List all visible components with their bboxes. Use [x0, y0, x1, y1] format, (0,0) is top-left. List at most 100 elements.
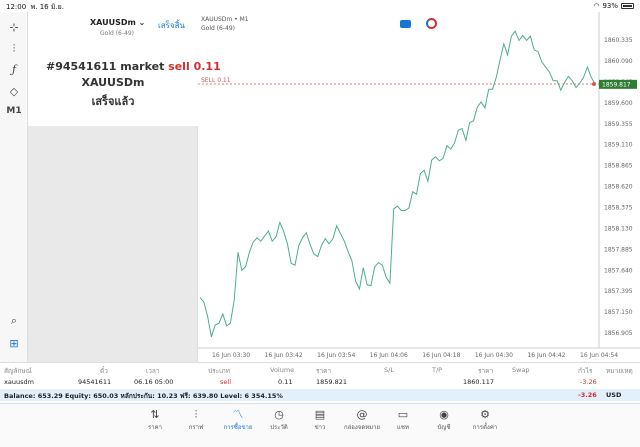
row-volume: 0.11 — [278, 378, 293, 386]
x-tick-label: 16 Jun 04:42 — [527, 352, 565, 359]
quotes-icon: ⇅ — [150, 408, 160, 421]
current-price-label: 1859.817 — [602, 81, 631, 88]
row-symbol: xauusdm — [4, 378, 34, 386]
order-summary: #94541611 market sell 0.11 — [46, 60, 221, 73]
tab-quotes-label: ราคา — [148, 424, 162, 431]
y-tick-label: 1857.150 — [604, 309, 633, 316]
symbol-selector[interactable]: XAUUSDm ⌄ — [90, 18, 145, 27]
tab-trade[interactable]: 〽 การซื้อขาย — [218, 408, 258, 432]
wifi-icon: ◠ — [593, 2, 600, 10]
y-tick-label: 1858.375 — [604, 204, 633, 211]
x-tick-label: 16 Jun 04:18 — [422, 352, 460, 359]
tab-mailbox[interactable]: @ กล่องจดหมาย — [342, 408, 382, 432]
tab-news-label: ข่าว — [314, 424, 326, 431]
order-symbol: XAUUSDm — [81, 76, 145, 89]
function-icon[interactable]: ƒ — [4, 60, 24, 78]
balance-text: Balance: 653.29 Equity: 650.03 หลักประกั… — [4, 392, 283, 400]
tab-quotes[interactable]: ⇅ ราคา — [135, 408, 175, 432]
price-chart[interactable]: XAUUSDm • M1 Gold (6-49) 1860.335 1860.09… — [198, 12, 640, 362]
tab-history[interactable]: ◷ ประวัติ — [259, 408, 299, 432]
col-swap[interactable]: Swap — [512, 366, 530, 374]
y-tick-label: 1858.865 — [604, 163, 633, 170]
tab-settings[interactable]: ⚙ การตั้งค่า — [465, 408, 505, 432]
y-tick-label: 1859.355 — [604, 121, 633, 128]
history-icon: ◷ — [274, 408, 284, 421]
account-icon: ◉ — [439, 408, 449, 421]
row-current-price: 1860.117 — [463, 378, 495, 386]
x-tick-label: 16 Jun 04:06 — [370, 352, 408, 359]
positions-table-header: สัญลักษณ์ ตั๋ว เวลา ประเภท Volume ราคา S… — [0, 362, 640, 375]
y-tick-label: 1857.640 — [604, 267, 633, 274]
done-button[interactable]: เสร็จสิ้น — [158, 19, 185, 32]
status-date: พ. 16 มิ.ย. — [30, 3, 65, 11]
balance-summary: Balance: 653.29 Equity: 650.03 หลักประกั… — [0, 389, 640, 401]
objects-icon[interactable]: ◇ — [4, 82, 24, 100]
sell-marker-icon — [592, 81, 596, 86]
tab-settings-label: การตั้งค่า — [472, 424, 498, 431]
y-tick-label: 1859.600 — [604, 100, 633, 107]
chevron-down-icon: ⌄ — [138, 18, 146, 27]
order-prefix: #94541611 market — [46, 60, 165, 73]
x-tick-label: 16 Jun 03:42 — [265, 352, 303, 359]
trade-panel: XAUUSDm ⌄ Gold (6-49) เสร็จสิ้น #9454161… — [28, 12, 221, 362]
col-sl[interactable]: S/L — [384, 366, 394, 374]
row-ticket: 94541611 — [78, 378, 112, 386]
chart-plot: 1860.3351860.0901859.8451859.6001859.355… — [198, 12, 640, 359]
y-tick-label: 1858.620 — [604, 184, 633, 191]
y-tick-label: 1858.130 — [604, 225, 633, 232]
col-tp[interactable]: T/P — [432, 366, 442, 374]
battery-icon — [621, 3, 634, 9]
tab-chat-label: แชท — [397, 424, 409, 431]
trade-icon: 〽 — [232, 408, 244, 421]
tab-account-label: บัญชี — [437, 424, 451, 431]
battery-percent: 93% — [602, 2, 618, 10]
y-tick-label: 1860.090 — [604, 58, 633, 65]
tab-mailbox-label: กล่องจดหมาย — [343, 424, 381, 431]
mailbox-icon: @ — [356, 408, 368, 421]
balance-profit: -3.26 — [578, 391, 597, 399]
y-tick-label: 1856.905 — [604, 330, 633, 337]
tab-news[interactable]: ▤ ข่าว — [300, 408, 340, 432]
table-row[interactable]: xauusdm 94541611 06.16 05:00 sell 0.11 1… — [0, 375, 640, 389]
chat-icon: ▭ — [397, 408, 409, 421]
search-icon[interactable]: ⌕ — [4, 312, 24, 330]
x-tick-label: 16 Jun 03:30 — [212, 352, 250, 359]
row-time: 06.16 05:00 — [134, 378, 174, 386]
news-icon: ▤ — [314, 408, 326, 421]
crosshair-icon[interactable]: ⊹ — [4, 18, 24, 36]
balance-currency: USD — [606, 391, 622, 399]
x-tick-label: 16 Jun 04:30 — [475, 352, 513, 359]
col-volume[interactable]: Volume — [270, 366, 294, 374]
tab-chart[interactable]: ⫶ กราฟ — [176, 408, 216, 432]
candlestick-icon[interactable]: ⫶ — [4, 40, 24, 58]
bottom-tab-bar: ⇅ ราคา ⫶ กราฟ 〽 การซื้อขาย ◷ ประวัติ ▤ ข่าว @… — [0, 403, 640, 447]
order-result-card: XAUUSDm ⌄ Gold (6-49) เสร็จสิ้น #9454161… — [28, 12, 221, 126]
price-series-line — [199, 30, 596, 338]
row-profit: -3.26 — [580, 378, 597, 386]
y-tick-label: 1857.395 — [604, 288, 633, 295]
sell-order-label: SELL 0.11 — [201, 77, 231, 84]
tab-history-label: ประวัติ — [270, 424, 288, 431]
tab-trade-label: การซื้อขาย — [223, 424, 253, 431]
status-bar: 12:00 พ. 16 มิ.ย. ◠ 93% — [0, 0, 640, 12]
y-tick-label: 1859.110 — [604, 142, 633, 149]
order-side: sell — [168, 60, 190, 73]
y-tick-label: 1860.335 — [604, 37, 633, 44]
x-tick-label: 16 Jun 04:54 — [580, 352, 618, 359]
x-tick-label: 16 Jun 03:54 — [317, 352, 355, 359]
tab-chat[interactable]: ▭ แชท — [383, 408, 423, 432]
chart-tools-sidebar: ⊹ ⫶ ƒ ◇ M1 ⌕ ⊞ — [0, 12, 28, 362]
symbol-title: XAUUSDm — [90, 18, 136, 27]
row-type: sell — [220, 378, 231, 386]
y-tick-label: 1857.885 — [604, 246, 633, 253]
status-time: 12:00 — [6, 3, 27, 11]
new-order-icon[interactable]: ⊞ — [4, 334, 24, 352]
row-price: 1859.821 — [316, 378, 348, 386]
order-status: เสร็จแล้ว — [91, 95, 135, 108]
tab-account[interactable]: ◉ บัญชี — [424, 408, 464, 432]
tab-chart-label: กราฟ — [188, 424, 204, 431]
settings-icon: ⚙ — [480, 408, 490, 421]
timeframe-button[interactable]: M1 — [4, 102, 24, 120]
chart-icon: ⫶ — [194, 408, 198, 421]
symbol-description: Gold (6-49) — [100, 30, 135, 37]
